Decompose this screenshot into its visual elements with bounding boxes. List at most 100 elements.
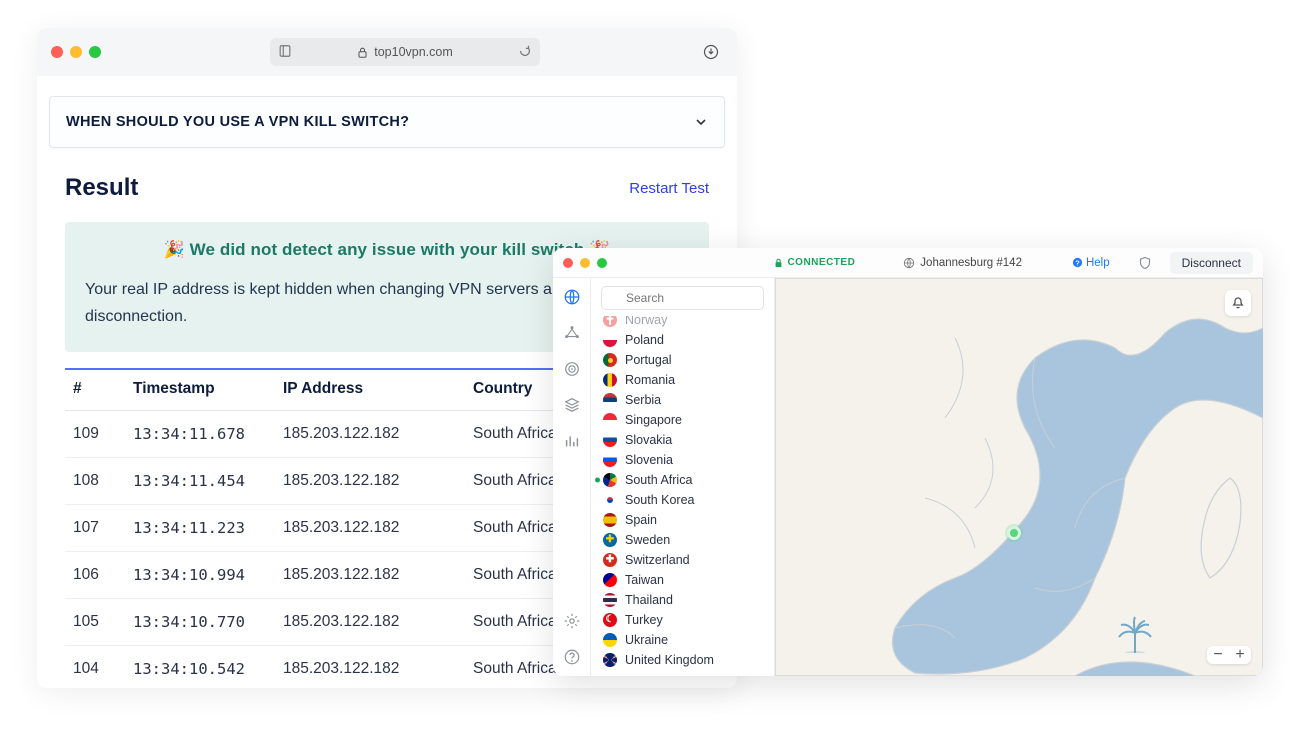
country-item[interactable]: United Kingdom [591,650,774,670]
cell-ip: 185.203.122.182 [275,411,465,458]
flag-icon [603,573,617,587]
result-heading: Result [65,174,138,202]
search-input[interactable] [601,286,764,310]
th-index: # [65,369,125,411]
faq-accordion[interactable]: WHEN SHOULD YOU USE A VPN KILL SWITCH? [49,96,725,148]
flag-icon: ✚ [603,533,617,547]
country-item[interactable]: ╋ Norway [591,316,774,330]
help-icon: ? [1072,257,1083,268]
country-item[interactable]: Serbia [591,390,774,410]
url-text: top10vpn.com [374,45,453,59]
flag-icon [603,393,617,407]
country-item[interactable]: Slovenia [591,450,774,470]
server-location[interactable]: Johannesburg #142 [903,257,1022,269]
lock-icon [774,258,783,268]
shield-icon[interactable] [1138,256,1152,270]
country-item[interactable]: Taiwan [591,570,774,590]
settings-tab-icon[interactable] [563,612,581,630]
flag-icon: ╋ [603,316,617,327]
party-emoji-left: 🎉 [164,240,185,259]
flag-icon [603,353,617,367]
zoom-controls: − + [1207,646,1251,664]
address-bar[interactable]: top10vpn.com [270,38,540,66]
country-name: Sweden [625,533,670,547]
server-pin[interactable] [1007,526,1021,540]
country-name: Serbia [625,393,661,407]
globe-tab-icon[interactable] [563,288,581,306]
close-window-button[interactable] [51,46,63,58]
faq-question: WHEN SHOULD YOU USE A VPN KILL SWITCH? [66,114,409,130]
country-item[interactable]: South Africa [591,470,774,490]
country-item[interactable]: Singapore [591,410,774,430]
restart-test-link[interactable]: Restart Test [629,180,709,197]
country-name: Singapore [625,413,682,427]
country-item[interactable]: Slovakia [591,430,774,450]
country-name: Turkey [625,613,663,627]
country-name: Norway [625,316,667,327]
vpn-close-button[interactable] [563,258,573,268]
country-list[interactable]: ╋ Norway Poland Portugal Romania Serbia Singap… [591,316,774,676]
cell-ip: 185.203.122.182 [275,646,465,688]
svg-text:?: ? [1075,258,1080,267]
vpn-maximize-button[interactable] [597,258,607,268]
country-item[interactable]: Spain [591,510,774,530]
country-name: Poland [625,333,664,347]
map-view[interactable]: − + [775,278,1263,676]
flag-icon [603,513,617,527]
downloads-button[interactable] [699,40,723,64]
reader-icon [278,44,292,58]
country-item[interactable]: South Korea [591,490,774,510]
connection-status: CONNECTED [774,257,855,268]
notifications-button[interactable] [1225,290,1251,316]
zoom-in-button[interactable]: + [1229,646,1251,664]
chevron-down-icon [694,115,708,129]
flag-icon [603,653,617,667]
browser-toolbar: top10vpn.com [37,28,737,76]
cell-ip: 185.203.122.182 [275,599,465,646]
country-item[interactable]: ✚Switzerland [591,550,774,570]
vpn-titlebar: CONNECTED Johannesburg #142 ? Help Disco… [553,248,1263,278]
minimize-window-button[interactable] [70,46,82,58]
country-name: South Africa [625,473,692,487]
layers-tab-icon[interactable] [563,396,581,414]
zoom-out-button[interactable]: − [1207,646,1229,664]
cell-ip: 185.203.122.182 [275,552,465,599]
country-name: Romania [625,373,675,387]
reload-icon[interactable] [518,44,532,58]
stats-tab-icon[interactable] [563,432,581,450]
country-item[interactable]: Thailand [591,590,774,610]
country-name: Thailand [625,593,673,607]
flag-icon [603,493,617,507]
meshnet-tab-icon[interactable] [563,324,581,342]
flag-icon [603,433,617,447]
country-name: Portugal [625,353,672,367]
cell-index: 104 [65,646,125,688]
support-tab-icon[interactable] [563,648,581,666]
cell-timestamp: 13:34:10.994 [125,552,275,599]
target-tab-icon[interactable] [563,360,581,378]
flag-icon [603,633,617,647]
country-item[interactable]: Ukraine [591,630,774,650]
country-item[interactable]: Romania [591,370,774,390]
country-name: Taiwan [625,573,664,587]
country-item[interactable]: Portugal [591,350,774,370]
help-link[interactable]: ? Help [1072,257,1110,269]
flag-icon [603,413,617,427]
cell-timestamp: 13:34:10.770 [125,599,275,646]
cell-index: 108 [65,458,125,505]
vpn-minimize-button[interactable] [580,258,590,268]
flag-icon [603,453,617,467]
vpn-window-controls [563,258,607,268]
country-name: South Korea [625,493,695,507]
country-item[interactable]: Poland [591,330,774,350]
country-name: Ukraine [625,633,668,647]
maximize-window-button[interactable] [89,46,101,58]
country-item[interactable]: ☾Turkey [591,610,774,630]
disconnect-button[interactable]: Disconnect [1170,252,1253,274]
th-ip: IP Address [275,369,465,411]
globe-icon [903,257,915,269]
country-item[interactable]: ✚ Sweden [591,530,774,550]
flag-icon [603,333,617,347]
download-icon [703,44,719,60]
flag-icon [603,593,617,607]
